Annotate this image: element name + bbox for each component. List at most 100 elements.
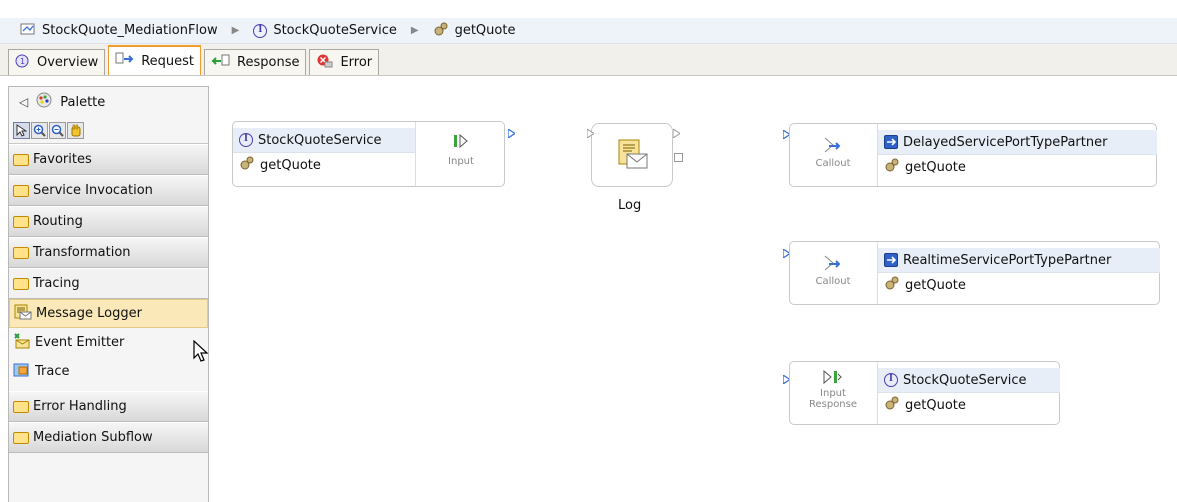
error-icon <box>316 54 334 72</box>
tab-label: Overview <box>37 55 99 70</box>
folder-open-icon <box>13 277 29 290</box>
operation-gear-icon <box>884 395 900 415</box>
folder-icon <box>13 215 29 228</box>
input-response-node[interactable]: Input Response I StockQuoteService getQu… <box>789 361 1060 425</box>
operation-label: getQuote <box>260 157 321 173</box>
mouse-cursor-icon <box>193 340 209 362</box>
operation-label: getQuote <box>905 159 966 175</box>
tab-label: Request <box>141 53 195 69</box>
tab-error[interactable]: Error <box>309 49 380 75</box>
tab-request[interactable]: Request <box>108 45 202 75</box>
folder-icon <box>13 153 29 166</box>
terminal-label: Input <box>820 388 846 399</box>
input-node-operation: getQuote <box>233 153 415 177</box>
select-tool-icon[interactable] <box>13 121 30 139</box>
terminal-label: Callout <box>815 158 851 169</box>
operation-gear-icon <box>884 275 900 295</box>
callout-node-realtime[interactable]: Callout RealtimeServicePortTypePartner g… <box>789 241 1160 305</box>
zoom-in-icon[interactable] <box>31 121 48 139</box>
breadcrumb-flow[interactable]: StockQuote_MediationFlow <box>42 23 218 38</box>
collapse-palette-icon[interactable]: ◁ <box>19 95 28 109</box>
operation-gear-icon <box>433 21 449 41</box>
mediation-canvas[interactable]: I StockQuoteService getQuote Input Log C… <box>210 77 1177 502</box>
input-terminal-icon <box>454 133 468 149</box>
output-port-icon[interactable] <box>673 129 680 138</box>
pan-hand-icon[interactable] <box>67 121 84 139</box>
operation-label: getQuote <box>905 277 966 293</box>
tab-response[interactable]: Response <box>204 49 307 75</box>
drawer-transformation[interactable]: Transformation <box>9 237 208 268</box>
breadcrumb-operation[interactable]: getQuote <box>455 23 516 38</box>
callout-node-delayed[interactable]: Callout DelayedServicePortTypePartner ge… <box>789 123 1157 187</box>
palette: ◁ Palette Favorites Service Invocation R… <box>8 86 209 502</box>
interface-label: StockQuoteService <box>903 372 1027 388</box>
palette-header: ◁ Palette <box>9 87 208 117</box>
input-node-interface: I StockQuoteService <box>233 128 415 153</box>
input-response-terminal[interactable]: Input Response <box>790 368 876 410</box>
drawer-routing[interactable]: Routing <box>9 206 208 237</box>
folder-icon <box>13 246 29 259</box>
mediation-flow-icon <box>20 22 36 40</box>
partner-reference-icon <box>884 253 898 267</box>
callout-terminal[interactable]: Callout <box>790 254 876 287</box>
drawer-favorites[interactable]: Favorites <box>9 144 208 175</box>
input-port-icon[interactable] <box>587 129 594 138</box>
fail-port-icon[interactable] <box>674 153 683 162</box>
palette-item-event-emitter[interactable]: Event Emitter <box>9 328 208 357</box>
terminal-label: Input <box>448 156 474 167</box>
drawer-tracing[interactable]: Tracing <box>9 268 208 299</box>
terminal-label: Callout <box>815 276 851 287</box>
palette-item-message-logger[interactable]: Message Logger <box>9 299 208 328</box>
breadcrumb-interface[interactable]: StockQuoteService <box>273 23 397 38</box>
request-icon <box>115 52 135 70</box>
palette-tools <box>9 117 208 144</box>
palette-icon <box>36 92 52 112</box>
folder-icon <box>13 400 29 413</box>
drawer-error-handling[interactable]: Error Handling <box>9 391 208 422</box>
partner-label: DelayedServicePortTypePartner <box>903 134 1108 150</box>
interface-label: StockQuoteService <box>258 132 382 148</box>
output-port-icon[interactable] <box>508 129 515 138</box>
interface-icon: I <box>253 23 268 38</box>
interface-icon: I <box>884 373 898 387</box>
terminal-label: Response <box>808 399 858 410</box>
log-node[interactable] <box>591 123 673 187</box>
drawer-label: Mediation Subflow <box>33 430 153 445</box>
log-node-label: Log <box>618 198 642 213</box>
partner-reference: DelayedServicePortTypePartner <box>878 130 1157 155</box>
interface-icon: I <box>239 133 253 147</box>
drawer-mediation-subflow[interactable]: Mediation Subflow <box>9 422 208 453</box>
breadcrumb-separator-icon: ▶ <box>231 25 240 36</box>
drawer-service-invocation[interactable]: Service Invocation <box>9 175 208 206</box>
callout-terminal[interactable]: Callout <box>790 136 876 169</box>
operation-gear-icon <box>239 155 255 175</box>
input-node[interactable]: I StockQuoteService getQuote Input <box>232 121 505 187</box>
palette-item-label: Event Emitter <box>35 335 125 350</box>
callout-icon <box>824 137 841 153</box>
message-logger-icon <box>14 304 32 324</box>
folder-icon <box>13 184 29 197</box>
palette-item-label: Trace <box>35 364 70 379</box>
editor-tabs: 1 Overview Request Response Error <box>0 44 1177 76</box>
operation-label: getQuote <box>905 397 966 413</box>
palette-title: Palette <box>60 94 106 110</box>
folder-icon <box>13 431 29 444</box>
tab-label: Response <box>237 55 300 70</box>
message-logger-icon <box>618 139 648 169</box>
palette-item-trace[interactable]: Trace <box>9 357 208 386</box>
tab-label: Error <box>340 55 373 70</box>
partner-label: RealtimeServicePortTypePartner <box>903 252 1112 268</box>
tab-overview[interactable]: 1 Overview <box>8 49 106 75</box>
response-icon <box>211 54 231 72</box>
palette-item-label: Message Logger <box>36 306 142 321</box>
zoom-out-icon[interactable] <box>49 121 66 139</box>
drawer-label: Service Invocation <box>33 183 153 198</box>
drawer-label: Favorites <box>33 152 92 167</box>
callout-icon <box>824 255 841 271</box>
input-response-interface: I StockQuoteService <box>878 368 1060 393</box>
overview-icon: 1 <box>15 54 31 72</box>
trace-icon <box>13 362 31 382</box>
input-response-operation: getQuote <box>878 393 1060 417</box>
input-terminal[interactable]: Input <box>433 132 489 167</box>
partner-reference: RealtimeServicePortTypePartner <box>878 248 1160 273</box>
